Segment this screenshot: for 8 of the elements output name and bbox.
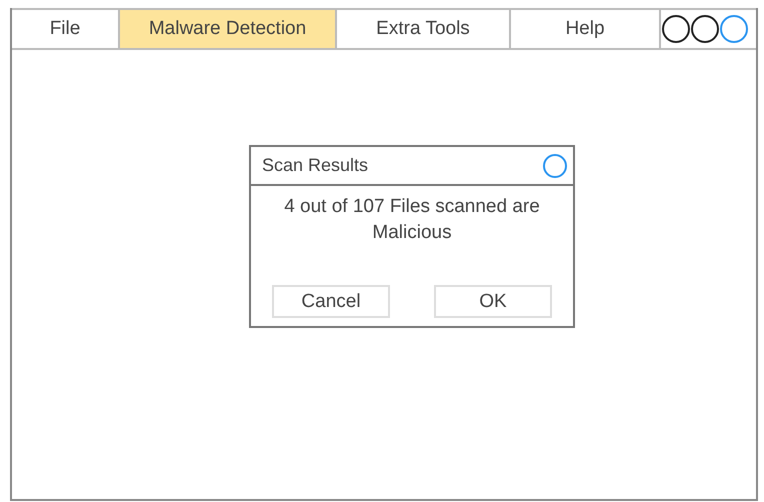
menu-tab[interactable]: Malware Detection	[120, 10, 337, 48]
dialog-button[interactable]: OK	[434, 285, 552, 318]
window-control-button[interactable]	[691, 15, 719, 43]
dialog-message: 4 out of 107 Files scanned are Malicious	[283, 195, 541, 245]
dialog-title: Scan Results	[262, 155, 368, 176]
close-button[interactable]	[543, 154, 567, 178]
window-control-button[interactable]	[662, 15, 690, 43]
dialog-button[interactable]: Cancel	[272, 285, 390, 318]
